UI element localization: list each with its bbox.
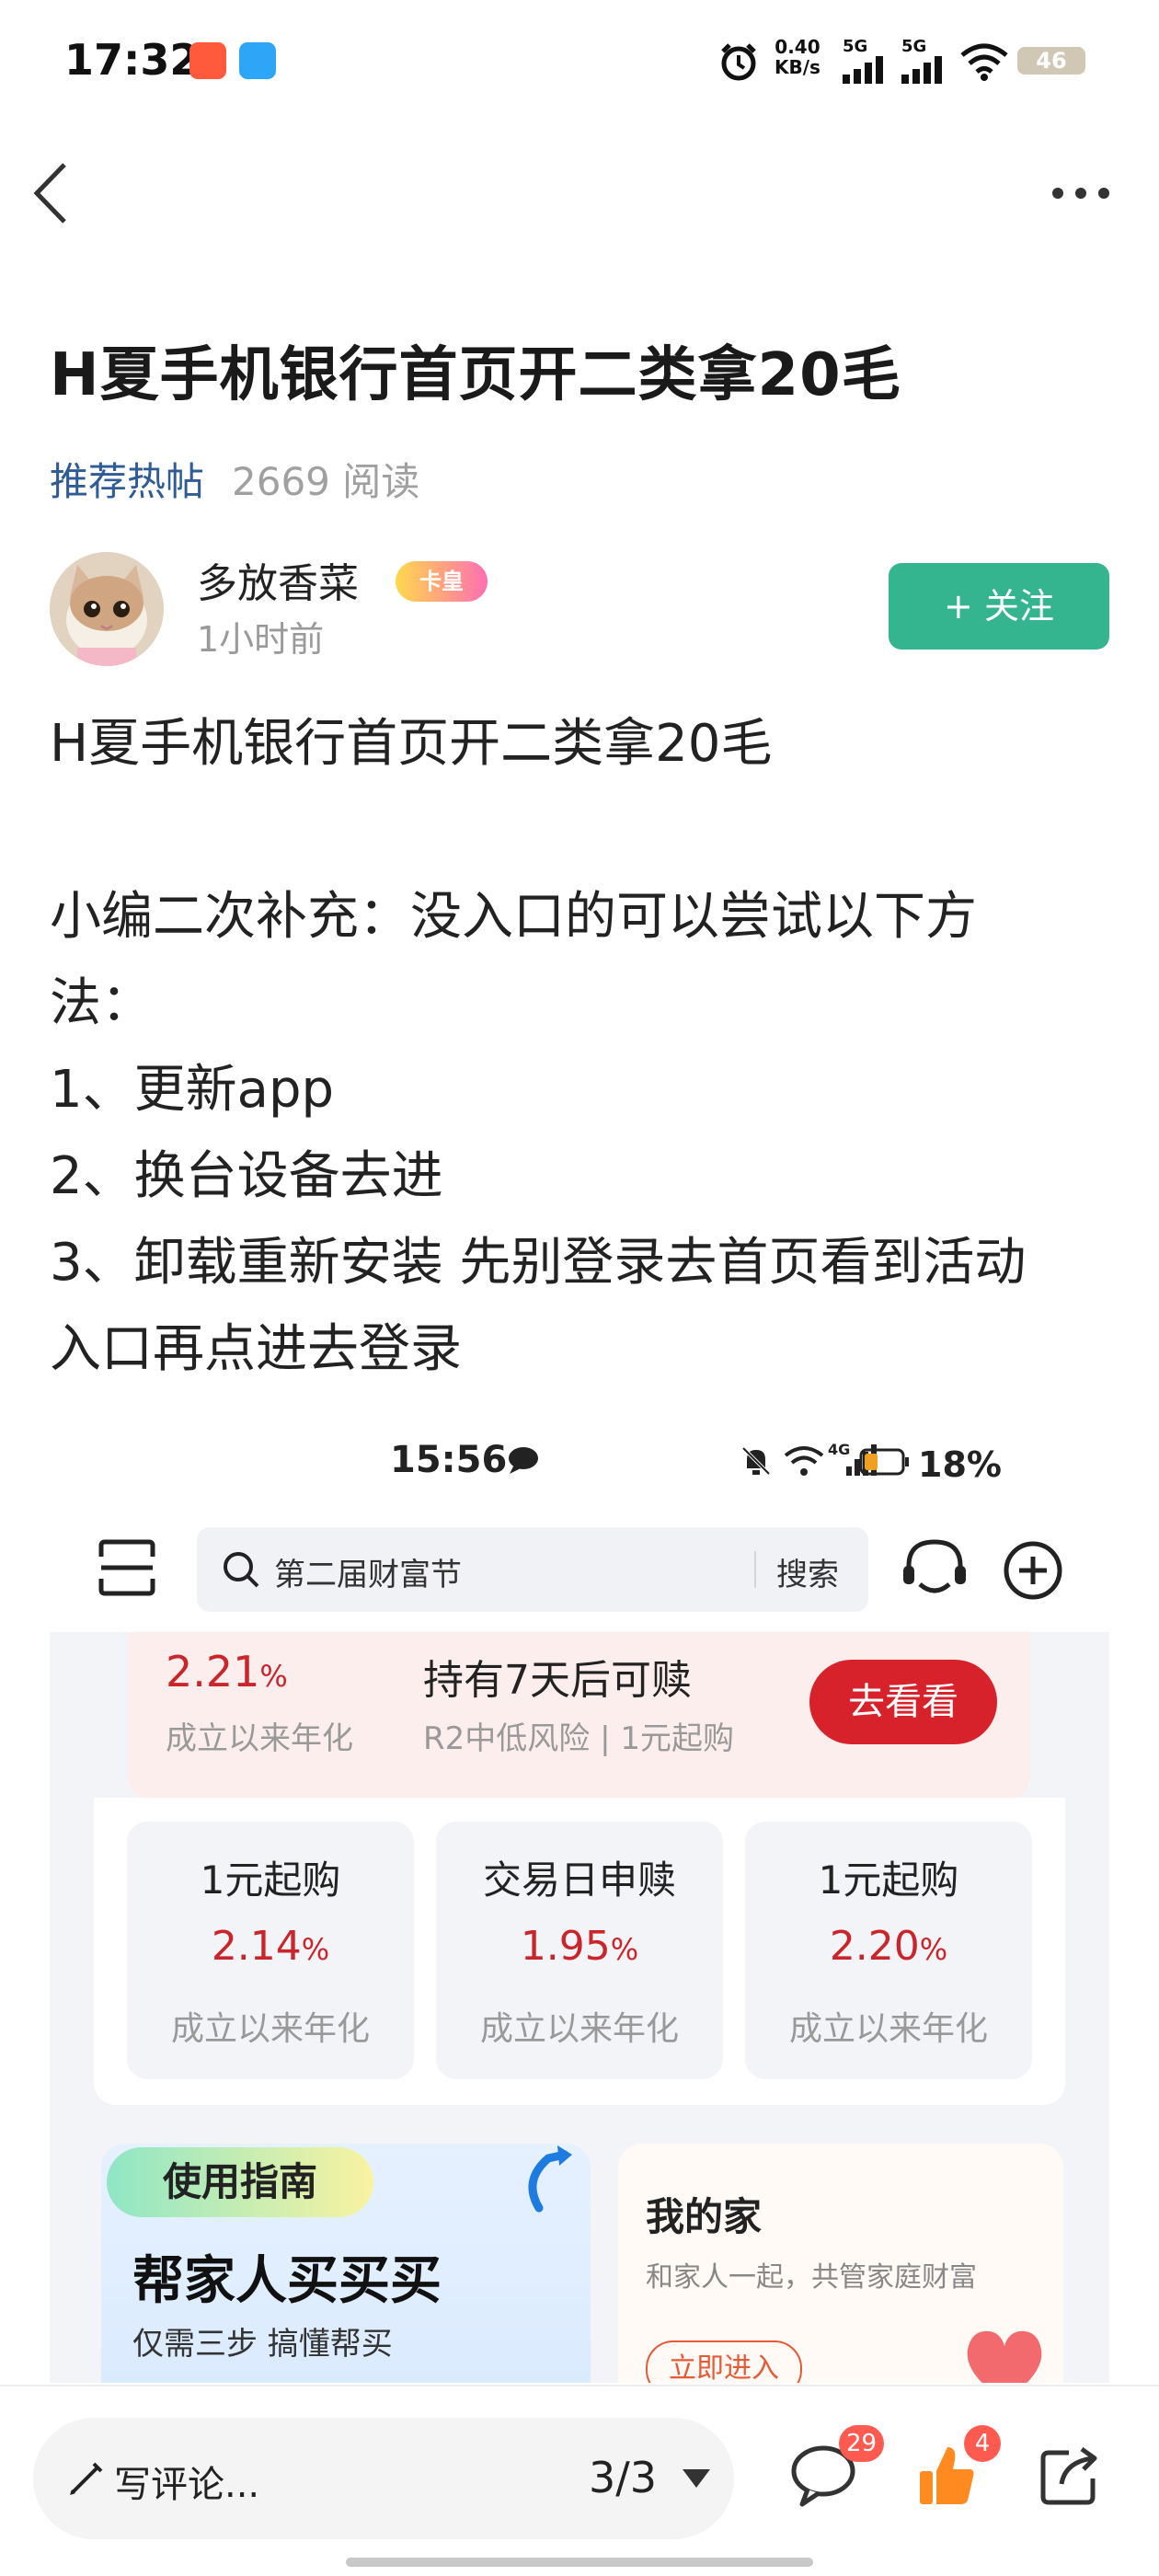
product-rate-label: 成立以来年化 — [479, 2010, 679, 2048]
view-promo-button[interactable]: 去看看 — [809, 1660, 997, 1744]
status-bar: 17:32 0.40 KB/s 5G 5G 46 — [0, 0, 1159, 120]
share-icon[interactable] — [1039, 2445, 1100, 2506]
product-rate: 2.20% — [829, 1923, 948, 1970]
guide-subtitle: 仅需三步 搞懂帮买 — [132, 2326, 393, 2363]
promo-subtitle: R2中低风险 | 1元起购 — [423, 1720, 734, 1757]
guide-tag: 使用指南 — [107, 2147, 373, 2217]
embedded-search-button[interactable]: 搜索 — [776, 1549, 839, 1594]
embedded-status-bar: 15:56 4G 18% — [50, 1408, 1109, 1518]
product-card[interactable]: 1元起购 2.14% 成立以来年化 — [127, 1822, 414, 2079]
signal-icon: 5G — [901, 37, 947, 87]
enter-home-button[interactable]: 立即进入 — [646, 2340, 802, 2383]
wifi-icon — [960, 43, 1008, 81]
app-notification-icon — [189, 42, 226, 79]
author-name[interactable]: 多放香菜 — [197, 550, 359, 609]
body-line: 法： — [50, 973, 153, 1033]
body-line: 2、换台设备去进 — [50, 1146, 443, 1206]
bottom-divider — [0, 2385, 1159, 2386]
cat-avatar-image — [50, 552, 164, 666]
article-title: H夏手机银行首页开二类拿20毛 — [50, 341, 901, 409]
guide-title: 帮家人买买买 — [132, 2251, 442, 2311]
network-speed: 0.40 KB/s — [775, 36, 820, 78]
product-rate: 2.14% — [211, 1923, 330, 1970]
add-icon[interactable] — [1003, 1540, 1063, 1601]
status-time: 17:32 — [64, 35, 200, 85]
embedded-search-bar[interactable]: 第二届财富节 搜索 — [197, 1527, 868, 1612]
read-count: 2669 阅读 — [232, 459, 420, 504]
guide-card[interactable]: 使用指南 帮家人买买买 仅需三步 搞懂帮买 — [101, 2144, 591, 2383]
embedded-content-area: 2.21% 成立以来年化 持有7天后可赎 R2中低风险 | 1元起购 去看看 1… — [50, 1632, 1109, 2383]
alarm-icon — [721, 43, 756, 81]
product-rate: 1.95% — [520, 1923, 639, 1970]
hot-post-tag[interactable]: 推荐热帖 — [50, 459, 204, 504]
message-icon — [509, 1447, 538, 1474]
battery-indicator: 46 — [1017, 47, 1085, 75]
product-title: 交易日申赎 — [482, 1857, 676, 1903]
mute-bell-icon — [741, 1446, 771, 1476]
product-title: 1元起购 — [200, 1857, 341, 1903]
product-card[interactable]: 交易日申赎 1.95% 成立以来年化 — [436, 1822, 723, 2079]
article-body: H夏手机银行首页开二类拿20毛 小编二次补充：没入口的可以尝试以下方 法： 1、… — [50, 701, 1117, 1393]
promo-rate: 2.21% — [166, 1647, 288, 1696]
customer-service-icon[interactable] — [900, 1536, 970, 1603]
avatar[interactable] — [50, 552, 164, 666]
body-line: 小编二次补充：没入口的可以尝试以下方 — [50, 887, 977, 947]
promo-title: 持有7天后可赎 — [423, 1657, 692, 1704]
home-title: 我的家 — [646, 2194, 763, 2239]
embedded-status-time: 15:56 — [390, 1439, 508, 1481]
pencil-icon — [70, 2462, 103, 2495]
back-icon[interactable] — [28, 161, 74, 225]
product-list: 1元起购 2.14% 成立以来年化 交易日申赎 1.95% 成立以来年化 1元起… — [94, 1798, 1065, 2105]
body-line: 1、更新app — [50, 1060, 335, 1120]
my-home-card[interactable]: 我的家 和家人一起，共管家庭财富 立即进入 — [618, 2144, 1063, 2383]
body-line: 入口再点进去登录 — [50, 1319, 462, 1379]
product-card[interactable]: 1元起购 2.20% 成立以来年化 — [745, 1822, 1032, 2079]
curved-arrow-icon — [528, 2145, 572, 2213]
embedded-screenshot[interactable]: 15:56 4G 18% 第二届财富节 搜索 2.21% 成立以来年化 持有7天… — [50, 1408, 1109, 2383]
heart-icon — [967, 2330, 1042, 2383]
comment-placeholder: 写评论... — [114, 2464, 260, 2506]
battery-icon — [859, 1448, 909, 1476]
home-subtitle: 和家人一起，共管家庭财富 — [646, 2261, 977, 2294]
home-indicator[interactable] — [346, 2558, 813, 2567]
search-icon — [224, 1552, 259, 1588]
embedded-search-placeholder: 第二届财富节 — [274, 1557, 462, 1593]
embedded-battery-percent: 18% — [918, 1444, 1002, 1485]
page-indicator[interactable]: 3/3 — [589, 2453, 657, 2502]
body-line — [50, 788, 1117, 874]
body-line: 3、卸载重新安装 先别登录去首页看到活动 — [50, 1233, 1027, 1293]
wifi-icon — [784, 1446, 824, 1476]
follow-button[interactable]: + 关注 — [889, 563, 1109, 650]
app-notification-icon — [239, 42, 276, 79]
search-divider — [754, 1551, 756, 1588]
author-level-badge: 卡皇 — [396, 561, 488, 602]
comment-input[interactable]: 写评论... 3/3 — [33, 2418, 734, 2539]
scan-icon[interactable] — [98, 1538, 156, 1597]
signal-icon: 5G — [843, 37, 889, 87]
like-count-badge: 4 — [964, 2425, 1001, 2462]
post-time: 1小时前 — [197, 619, 325, 660]
dropdown-icon[interactable] — [681, 2467, 712, 2490]
product-rate-label: 成立以来年化 — [788, 2010, 988, 2048]
body-line: H夏手机银行首页开二类拿20毛 — [50, 714, 773, 774]
promo-card[interactable]: 2.21% 成立以来年化 持有7天后可赎 R2中低风险 | 1元起购 去看看 — [129, 1632, 1030, 1798]
article-meta: 推荐热帖 2669 阅读 — [50, 451, 419, 507]
product-title: 1元起购 — [818, 1857, 959, 1903]
promo-rate-label: 成立以来年化 — [166, 1720, 353, 1757]
more-options-icon[interactable] — [1049, 184, 1113, 202]
product-rate-label: 成立以来年化 — [170, 2010, 370, 2048]
comment-count-badge: 29 — [839, 2425, 885, 2462]
